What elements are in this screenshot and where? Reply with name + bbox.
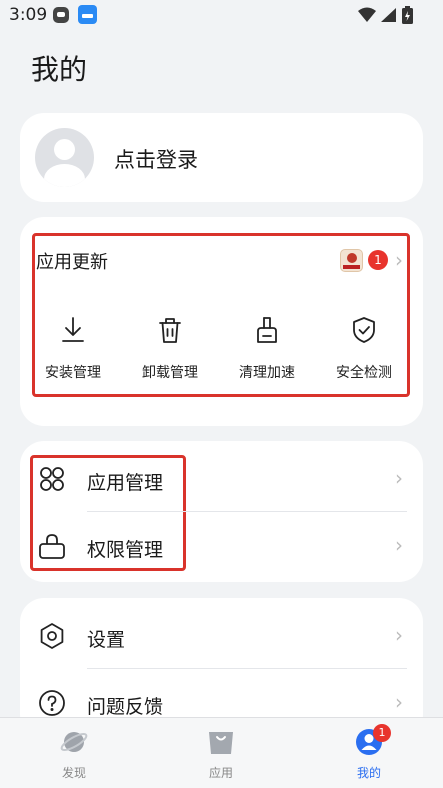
nav-label: 发现 <box>61 766 86 780</box>
app-manage-row[interactable]: 应用管理 › <box>20 445 423 511</box>
avatar-body-shape <box>44 164 85 187</box>
uninstall-manage-button[interactable]: 卸载管理 <box>122 315 218 382</box>
login-card[interactable]: 点击登录 <box>20 113 423 202</box>
login-label[interactable]: 点击登录 <box>114 144 198 174</box>
wifi-icon <box>358 7 376 22</box>
app-updates-title[interactable]: 应用更新 <box>36 248 108 274</box>
tool-label: 卸载管理 <box>142 365 198 381</box>
pending-update-app-icon <box>340 249 363 272</box>
chevron-right-icon: › <box>395 623 403 647</box>
settings-row[interactable]: 设置 › <box>20 602 423 668</box>
status-indicators <box>358 6 413 24</box>
nav-label: 应用 <box>208 766 233 780</box>
app-notification-icon <box>78 5 97 24</box>
page-title: 我的 <box>31 53 88 86</box>
status-time: 3:09 <box>9 5 48 25</box>
nav-apps[interactable]: 应用 <box>181 728 261 781</box>
chevron-right-icon: › <box>395 466 403 490</box>
uninstall-icon <box>159 318 181 343</box>
update-count-badge: 1 <box>368 250 388 270</box>
row-label: 问题反馈 <box>87 696 164 718</box>
row-label: 权限管理 <box>87 539 164 561</box>
tool-label: 安全检测 <box>336 365 392 381</box>
chevron-right-icon[interactable]: › <box>395 248 403 272</box>
gear-icon <box>40 623 64 649</box>
lock-icon <box>39 534 65 559</box>
signal-icon <box>381 8 396 22</box>
avatar-head-shape <box>54 139 75 160</box>
status-bar: 3:09 <box>0 0 443 32</box>
permission-manage-row[interactable]: 权限管理 › <box>20 512 423 578</box>
question-icon <box>39 690 65 716</box>
clean-icon <box>257 317 277 343</box>
chevron-right-icon: › <box>395 690 403 714</box>
avatar[interactable] <box>35 128 94 187</box>
notification-icon <box>53 7 69 23</box>
bag-icon <box>209 732 233 754</box>
nav-mine[interactable]: 我的 <box>329 728 409 781</box>
install-manage-button[interactable]: 安装管理 <box>25 315 121 382</box>
row-label: 设置 <box>87 629 126 651</box>
clean-speedup-button[interactable]: 清理加速 <box>219 315 315 382</box>
bottom-nav: 发现 应用 我的 1 <box>0 717 443 788</box>
chevron-right-icon: › <box>395 533 403 557</box>
security-check-button[interactable]: 安全检测 <box>316 315 412 382</box>
tool-label: 安装管理 <box>45 365 101 381</box>
nav-label: 我的 <box>356 766 381 780</box>
manage-card: 应用管理 › 权限管理 › <box>20 441 423 582</box>
security-icon <box>353 317 375 343</box>
row-label: 应用管理 <box>87 472 164 494</box>
profile-badge: 1 <box>373 724 391 742</box>
tool-label: 清理加速 <box>239 365 295 381</box>
app-updates-card: 应用更新 1 › 安装管理 卸载管理 清理加速 安全检测 <box>20 217 423 426</box>
app-grid-icon <box>40 467 64 491</box>
planet-icon <box>60 732 88 752</box>
install-icon <box>62 317 84 342</box>
nav-discover[interactable]: 发现 <box>34 728 114 781</box>
battery-icon <box>402 6 413 24</box>
